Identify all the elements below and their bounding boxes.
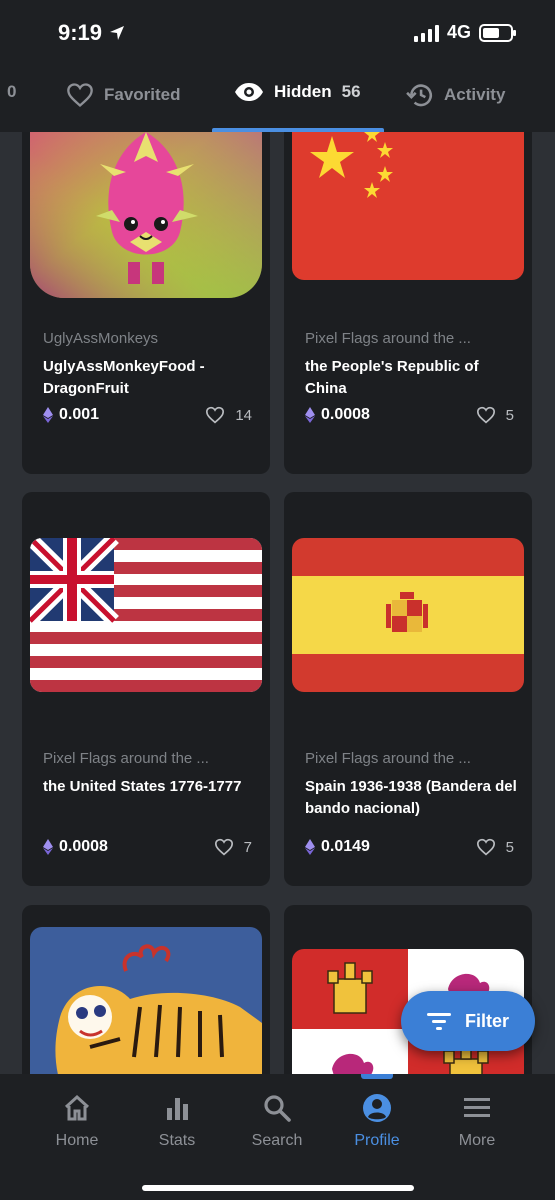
bottom-navigation: Home Stats Search Profile More <box>0 1074 555 1200</box>
nav-profile-label: Profile <box>354 1132 400 1149</box>
nft-likes-count: 5 <box>505 406 514 424</box>
ethereum-icon <box>43 839 53 855</box>
history-icon <box>406 84 433 107</box>
location-arrow-icon <box>110 26 125 40</box>
nft-price: 0.0149 <box>305 838 370 856</box>
tab-activity-label: Activity <box>444 85 506 104</box>
nft-likes-count: 7 <box>243 838 252 856</box>
nav-profile[interactable]: Profile <box>327 1092 427 1150</box>
nav-more[interactable]: More <box>427 1092 527 1150</box>
tab-favorited[interactable]: Favorited <box>66 82 181 108</box>
search-icon <box>264 1095 291 1122</box>
nft-card[interactable]: Pixel Flags around the ... Spain 1936-19… <box>284 492 532 886</box>
nav-stats[interactable]: Stats <box>127 1092 227 1150</box>
nav-search[interactable]: Search <box>227 1092 327 1150</box>
nft-likes[interactable]: 5 <box>476 406 514 424</box>
nft-title: Spain 1936-1938 (Bandera del bando nacio… <box>305 778 517 817</box>
tab-collected[interactable]: 0 <box>0 82 16 102</box>
home-icon <box>64 1094 90 1121</box>
battery-icon <box>479 23 516 42</box>
nft-grid: UglyAssMonkeys UglyAssMonkeyFood - Drago… <box>0 132 555 1074</box>
heart-icon <box>214 838 233 856</box>
filter-button[interactable]: Filter <box>401 991 535 1051</box>
heart-icon <box>206 406 225 424</box>
nft-collection: Pixel Flags around the ... <box>305 750 471 767</box>
status-indicators: 4G <box>413 22 516 43</box>
nft-price-value: 0.0008 <box>321 406 370 423</box>
heart-icon <box>476 406 495 424</box>
nft-likes[interactable]: 7 <box>214 838 252 856</box>
home-indicator[interactable] <box>142 1185 414 1191</box>
active-nav-indicator <box>361 1074 393 1079</box>
eye-icon <box>235 83 263 101</box>
status-bar: 9:19 4G <box>0 0 555 66</box>
nft-title: the United States 1776-1777 <box>43 778 242 795</box>
nft-image-china-flag[interactable] <box>292 132 524 280</box>
profile-icon <box>363 1094 391 1122</box>
nav-search-label: Search <box>251 1132 303 1149</box>
nft-card[interactable] <box>22 905 270 1074</box>
tab-hidden[interactable]: Hidden 56 <box>234 82 361 102</box>
heart-icon <box>67 83 93 108</box>
nft-image-us-flag[interactable] <box>30 538 262 692</box>
tab-activity[interactable]: Activity <box>406 82 505 108</box>
nft-likes[interactable]: 5 <box>476 838 514 856</box>
nav-home-label: Home <box>55 1132 99 1149</box>
nft-likes[interactable]: 14 <box>205 406 252 424</box>
ethereum-icon <box>305 839 315 855</box>
network-type: 4G <box>446 22 471 42</box>
nft-price: 0.001 <box>43 406 99 424</box>
filter-icon <box>426 1013 451 1030</box>
tab-hidden-count: 56 <box>341 82 361 101</box>
profile-tabs: 0 Favorited Hidden 56 Activity <box>0 66 555 132</box>
nft-image-dragonfruit[interactable] <box>30 132 262 298</box>
tab-collected-count: 0 <box>7 82 17 101</box>
time-text: 9:19 <box>58 20 103 45</box>
nft-likes-count: 14 <box>235 406 252 424</box>
bar-chart-icon <box>167 1098 188 1120</box>
status-time: 9:19 <box>58 20 126 46</box>
nft-card[interactable]: UglyAssMonkeys UglyAssMonkeyFood - Drago… <box>22 132 270 474</box>
nft-collection: Pixel Flags around the ... <box>305 330 471 347</box>
nft-price-value: 0.0149 <box>321 838 370 855</box>
nft-card[interactable]: Pixel Flags around the ... the People's … <box>284 132 532 474</box>
nft-price: 0.0008 <box>43 838 108 856</box>
nft-collection: Pixel Flags around the ... <box>43 750 209 767</box>
nft-card[interactable]: Pixel Flags around the ... the United St… <box>22 492 270 886</box>
nft-title: UglyAssMonkeyFood - DragonFruit <box>43 358 205 397</box>
ethereum-icon <box>305 407 315 423</box>
heart-icon <box>476 838 495 856</box>
nav-more-label: More <box>458 1132 496 1149</box>
nft-image-tiger-flag[interactable] <box>30 927 262 1074</box>
tab-favorited-label: Favorited <box>104 85 181 104</box>
nft-price: 0.0008 <box>305 406 370 424</box>
nft-likes-count: 5 <box>505 838 514 856</box>
nft-image-spain-flag[interactable] <box>292 538 524 692</box>
tab-hidden-label: Hidden <box>274 82 332 101</box>
nft-collection: UglyAssMonkeys <box>43 330 159 347</box>
menu-icon <box>464 1098 490 1117</box>
ethereum-icon <box>43 407 53 423</box>
filter-label: Filter <box>464 1010 509 1031</box>
nav-home[interactable]: Home <box>27 1092 127 1150</box>
nft-price-value: 0.0008 <box>59 838 108 855</box>
signal-icon <box>413 24 439 42</box>
nft-price-value: 0.001 <box>59 406 100 423</box>
nav-stats-label: Stats <box>158 1132 196 1149</box>
nft-title: the People's Republic of China <box>305 358 479 397</box>
